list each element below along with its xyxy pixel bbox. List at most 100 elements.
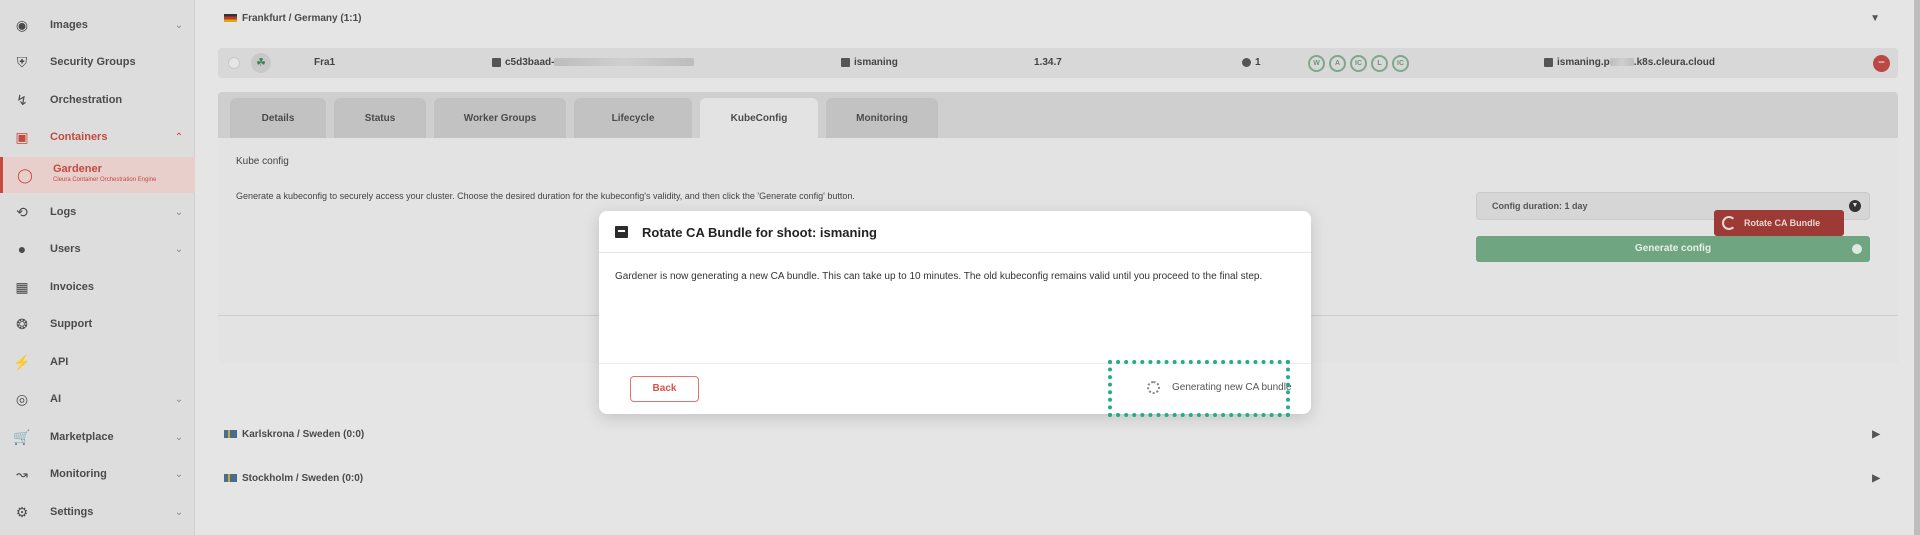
sidebar-item-label: AI (50, 393, 61, 405)
archive-icon (615, 226, 628, 238)
kubeconfig-description: Generate a kubeconfig to securely access… (236, 191, 855, 201)
chevron-down-icon: ⌄ (174, 431, 184, 443)
cluster-id-prefix: c5d3baad- (505, 57, 555, 68)
status-label: Generating new CA bundle (1172, 382, 1292, 393)
chevron-down-icon: ⌄ (174, 506, 184, 518)
sidebar-item-logs[interactable]: ⟲ Logs ⌄ (0, 197, 195, 227)
sweden-flag-icon (224, 474, 237, 482)
cluster-version: 1.34.7 (1034, 57, 1062, 68)
generation-status: Generating new CA bundle (1129, 361, 1311, 414)
chevron-down-icon[interactable]: ▼ (1870, 13, 1880, 24)
cluster-id: c5d3baad- (492, 57, 695, 68)
back-button[interactable]: Back (630, 376, 699, 402)
cluster-domain: ismaning.p .k8s.cleura.cloud (1544, 57, 1715, 68)
plug-icon: ⚡ (13, 353, 31, 370)
camera-icon: ◉ (15, 16, 29, 33)
region-label: Karlskrona / Sweden (0:0) (242, 428, 365, 440)
sidebar-item-orchestration[interactable]: ↯ Orchestration (0, 85, 195, 115)
sidebar-item-label: Images (50, 19, 88, 31)
cube-icon: ▣ (15, 128, 29, 145)
generate-config-label: Generate config (1634, 243, 1712, 254)
sidebar-item-invoices[interactable]: ▦ Invoices (0, 272, 195, 302)
sidebar-item-monitoring[interactable]: ↝ Monitoring ⌄ (0, 459, 195, 489)
sidebar-item-label: API (50, 356, 69, 368)
sidebar-item-containers[interactable]: ▣ Containers ⌃ (0, 122, 195, 152)
sweden-flag-icon (224, 430, 237, 438)
status-badge: IC (1392, 55, 1409, 72)
sidebar-item-ai[interactable]: ◎ AI ⌄ (0, 384, 195, 414)
info-icon (1852, 244, 1862, 254)
sidebar-item-images[interactable]: ◉ Images ⌄ (0, 10, 195, 40)
chevron-right-icon[interactable]: ▶ (1872, 473, 1880, 484)
shield-icon: ⛨ (16, 53, 28, 70)
chevron-down-icon: ▼ (1849, 200, 1861, 212)
tab-monitoring[interactable]: Monitoring (826, 98, 938, 138)
sidebar-item-label: Monitoring (50, 468, 107, 480)
delete-cluster-button[interactable]: − (1873, 55, 1890, 72)
sidebar-item-label: Containers (50, 131, 108, 143)
sidebar-item-api[interactable]: ⚡ API (0, 347, 195, 377)
status-badge: IC (1350, 55, 1367, 72)
refresh-icon (1722, 216, 1736, 230)
tab-bar: Details Status Worker Groups Lifecycle K… (218, 92, 1898, 138)
germany-flag-icon (224, 14, 237, 22)
sidebar-item-label: Support (50, 318, 93, 330)
generate-config-button[interactable]: Generate config (1476, 236, 1870, 262)
sidebar-item-label: Marketplace (50, 431, 114, 443)
masked-domain (1609, 58, 1634, 67)
cluster-nodes: 1 (1242, 57, 1261, 68)
region-stockholm[interactable]: Stockholm / Sweden (0:0) ▶ (224, 468, 1880, 488)
sidebar-item-label: Gardener (53, 163, 102, 175)
modal-header: Rotate CA Bundle for shoot: ismaning (599, 211, 1311, 253)
sidebar-item-label: Logs (50, 206, 77, 218)
chart-icon: ↝ (16, 465, 28, 482)
region-label: Frankfurt / Germany (1:1) (242, 12, 362, 24)
id-icon (492, 57, 501, 67)
sidebar-item-label: Security Groups (50, 56, 136, 68)
chevron-down-icon: ⌄ (174, 393, 184, 405)
rotate-ca-bundle-label: Rotate CA Bundle (1744, 218, 1821, 228)
cluster-select-radio[interactable] (228, 57, 240, 69)
chevron-right-icon[interactable]: ▶ (1872, 429, 1880, 440)
tab-status[interactable]: Status (334, 98, 426, 138)
lifebuoy-icon: ❂ (16, 315, 28, 332)
sidebar-item-settings[interactable]: ⚙ Settings ⌄ (0, 497, 195, 527)
sidebar-item-gardener[interactable]: ◯ Gardener Cleura Container Orchestratio… (0, 157, 195, 193)
gear-icon: ⚙ (15, 503, 29, 520)
rotate-ca-modal: Rotate CA Bundle for shoot: ismaning Gar… (599, 211, 1311, 414)
sidebar: ◉ Images ⌄ ⛨ Security Groups ↯ Orchestra… (0, 0, 195, 535)
cluster-nodes-count: 1 (1255, 57, 1261, 68)
chevron-down-icon: ⌄ (174, 19, 184, 31)
cluster-row[interactable]: ☘ Fra1 c5d3baad- ismaning 1.34.7 1 W A I… (218, 48, 1898, 78)
node-icon (1242, 57, 1251, 67)
cluster-project: ismaning (841, 57, 898, 68)
spinner-icon (1147, 381, 1160, 394)
config-duration-value: Config duration: 1 day (1492, 201, 1588, 211)
sidebar-item-sublabel: Cleura Container Orchestration Engine (53, 177, 157, 183)
rotate-ca-bundle-button[interactable]: Rotate CA Bundle (1714, 210, 1844, 236)
region-frankfurt[interactable]: Frankfurt / Germany (1:1) ▼ (224, 8, 1880, 28)
tab-lifecycle[interactable]: Lifecycle (574, 98, 692, 138)
sidebar-item-security-groups[interactable]: ⛨ Security Groups (0, 47, 195, 77)
tab-worker-groups[interactable]: Worker Groups (434, 98, 566, 138)
tab-details[interactable]: Details (230, 98, 326, 138)
page-scrollbar[interactable] (1914, 0, 1920, 535)
chevron-up-icon: ⌃ (174, 131, 184, 143)
status-badge: L (1371, 55, 1388, 72)
region-label: Stockholm / Sweden (0:0) (242, 472, 364, 484)
tab-kubeconfig[interactable]: KubeConfig (700, 98, 818, 138)
status-badge: A (1329, 55, 1346, 72)
sidebar-item-marketplace[interactable]: 🛒 Marketplace ⌄ (0, 422, 195, 452)
chevron-down-icon: ⌄ (174, 206, 184, 218)
sidebar-item-label: Orchestration (50, 94, 123, 106)
domain-icon (1544, 57, 1553, 67)
cart-icon: 🛒 (13, 428, 31, 445)
modal-body-text: Gardener is now generating a new CA bund… (615, 271, 1263, 282)
region-karlskrona[interactable]: Karlskrona / Sweden (0:0) ▶ (224, 424, 1880, 444)
sidebar-item-users[interactable]: ● Users ⌄ (0, 234, 195, 264)
cluster-name: Fra1 (314, 57, 336, 68)
user-icon: ● (17, 241, 27, 257)
invoice-icon: ▦ (15, 278, 29, 295)
cluster-domain-prefix: ismaning.p (1557, 57, 1610, 68)
sidebar-item-support[interactable]: ❂ Support (0, 309, 195, 339)
